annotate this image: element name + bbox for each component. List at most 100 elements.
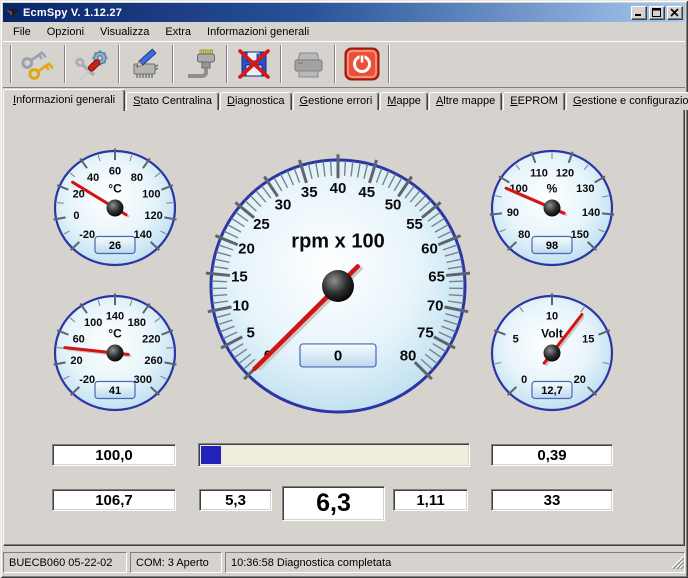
- svg-text:°C: °C: [108, 326, 122, 340]
- svg-text:110: 110: [530, 168, 548, 180]
- app-window: EcmSpy V. 1.12.27 File Opzioni Visualizz…: [0, 0, 688, 578]
- chip-pencil-icon: [127, 47, 165, 81]
- svg-text:140: 140: [582, 207, 600, 219]
- svg-text:12,7: 12,7: [541, 385, 562, 397]
- svg-text:10: 10: [546, 311, 558, 323]
- tps-degrees-field: 5,3: [199, 489, 272, 511]
- printer-icon: [289, 47, 327, 81]
- svg-text:80: 80: [400, 348, 417, 365]
- svg-text:Volt: Volt: [541, 326, 563, 340]
- rpm-gauge: 05101520253035404550556065707580rpm x 10…: [200, 151, 476, 421]
- menu-file[interactable]: File: [5, 24, 39, 40]
- toolbar: [3, 41, 685, 88]
- menu-extra[interactable]: Extra: [157, 24, 199, 40]
- tps-progressbar: [198, 443, 470, 467]
- svg-text:0: 0: [521, 374, 527, 386]
- ego-voltage-field: 0,39: [491, 444, 613, 466]
- tab-altre-mappe[interactable]: Altre mappe: [429, 92, 502, 110]
- svg-text:10: 10: [232, 297, 249, 314]
- tab-gestione-errori[interactable]: Gestione errori: [293, 92, 380, 110]
- svg-text:140: 140: [106, 311, 124, 323]
- engine-temp-gauge: -202060100140180220260300°C41: [43, 289, 187, 417]
- keys-icon: [19, 47, 57, 81]
- edit-chip-button[interactable]: [123, 43, 169, 85]
- svg-text:180: 180: [128, 317, 146, 329]
- svg-text:100: 100: [84, 317, 102, 329]
- svg-text:15: 15: [231, 269, 248, 286]
- window-title: EcmSpy V. 1.12.27: [23, 7, 629, 19]
- svg-text:75: 75: [417, 325, 434, 342]
- svg-text:%: %: [547, 181, 558, 195]
- svg-text:20: 20: [238, 241, 255, 258]
- setup-button[interactable]: [69, 43, 115, 85]
- connect-button[interactable]: [177, 43, 223, 85]
- svg-text:60: 60: [421, 241, 438, 258]
- tab-bar: Informazioni generali Stato Centralina D…: [3, 88, 685, 110]
- close-icon: [670, 8, 680, 17]
- status-firmware: BUECB060 05-22-02: [3, 552, 127, 573]
- svg-text:25: 25: [253, 216, 270, 233]
- connector-plug-icon: [181, 47, 219, 81]
- minimize-button[interactable]: [631, 6, 647, 20]
- svg-text:35: 35: [301, 184, 318, 201]
- svg-text:40: 40: [330, 180, 347, 197]
- svg-text:°C: °C: [108, 181, 122, 195]
- tab-stato-centralina[interactable]: Stato Centralina: [126, 92, 219, 110]
- status-bar: BUECB060 05-22-02 COM: 3 Aperto 10:36:58…: [3, 549, 685, 575]
- svg-text:5: 5: [246, 325, 254, 342]
- tab-informazioni-generali[interactable]: Informazioni generali: [3, 89, 125, 111]
- air-temp-gauge: -20020406080100120140°C26: [43, 144, 187, 272]
- keys-button[interactable]: [15, 43, 61, 85]
- toolbar-separator: [172, 45, 174, 83]
- svg-text:98: 98: [546, 240, 558, 252]
- svg-text:-20: -20: [79, 374, 95, 386]
- svg-text:50: 50: [385, 197, 402, 214]
- svg-text:55: 55: [406, 216, 423, 233]
- menu-bar: File Opzioni Visualizza Extra Informazio…: [3, 22, 685, 41]
- toolbar-separator: [226, 45, 228, 83]
- warmup-enrichment-field: 106,7: [52, 489, 176, 511]
- svg-text:80: 80: [131, 172, 143, 184]
- status-message: 10:36:58 Diagnostica completata: [225, 552, 685, 573]
- toolbar-separator: [64, 45, 66, 83]
- menu-informazioni-generali[interactable]: Informazioni generali: [199, 24, 317, 40]
- title-bar: EcmSpy V. 1.12.27: [3, 3, 685, 22]
- app-logo-icon: [5, 7, 19, 19]
- battery-gauge: 05101520Volt12,7: [480, 289, 624, 417]
- svg-text:40: 40: [87, 172, 99, 184]
- svg-text:5: 5: [513, 334, 519, 346]
- print-button[interactable]: [285, 43, 331, 85]
- status-com-port: COM: 3 Aperto: [130, 552, 222, 573]
- svg-text:rpm x 100: rpm x 100: [291, 231, 384, 253]
- svg-text:90: 90: [507, 207, 519, 219]
- menu-opzioni[interactable]: Opzioni: [39, 24, 92, 40]
- svg-text:220: 220: [142, 334, 160, 346]
- svg-text:30: 30: [275, 197, 292, 214]
- save-cancel-button[interactable]: [231, 43, 277, 85]
- svg-text:26: 26: [109, 240, 121, 252]
- resize-grip[interactable]: [671, 556, 684, 574]
- power-exit-button[interactable]: [339, 43, 385, 85]
- svg-text:60: 60: [73, 334, 85, 346]
- svg-text:0: 0: [334, 348, 342, 365]
- maximize-icon: [652, 8, 662, 17]
- svg-text:140: 140: [134, 229, 152, 241]
- menu-visualizza[interactable]: Visualizza: [92, 24, 157, 40]
- tps-percent-field: 6,3: [282, 486, 385, 521]
- toolbar-separator: [280, 45, 282, 83]
- toolbar-separator: [118, 45, 120, 83]
- tab-diagnostica[interactable]: Diagnostica: [220, 92, 292, 110]
- tab-mappe[interactable]: Mappe: [380, 92, 428, 110]
- toolbar-separator: [10, 45, 12, 83]
- tab-gestione-configurazione[interactable]: Gestione e configurazione: [566, 92, 688, 110]
- tab-eeprom[interactable]: EEPROM: [503, 92, 565, 110]
- svg-text:80: 80: [518, 229, 530, 241]
- toolbar-separator: [334, 45, 336, 83]
- svg-text:-20: -20: [79, 229, 95, 241]
- close-button[interactable]: [667, 6, 683, 20]
- maximize-button[interactable]: [649, 6, 665, 20]
- time-field: 33: [491, 489, 613, 511]
- power-icon: [344, 47, 380, 81]
- svg-text:45: 45: [358, 184, 375, 201]
- svg-text:20: 20: [70, 355, 82, 367]
